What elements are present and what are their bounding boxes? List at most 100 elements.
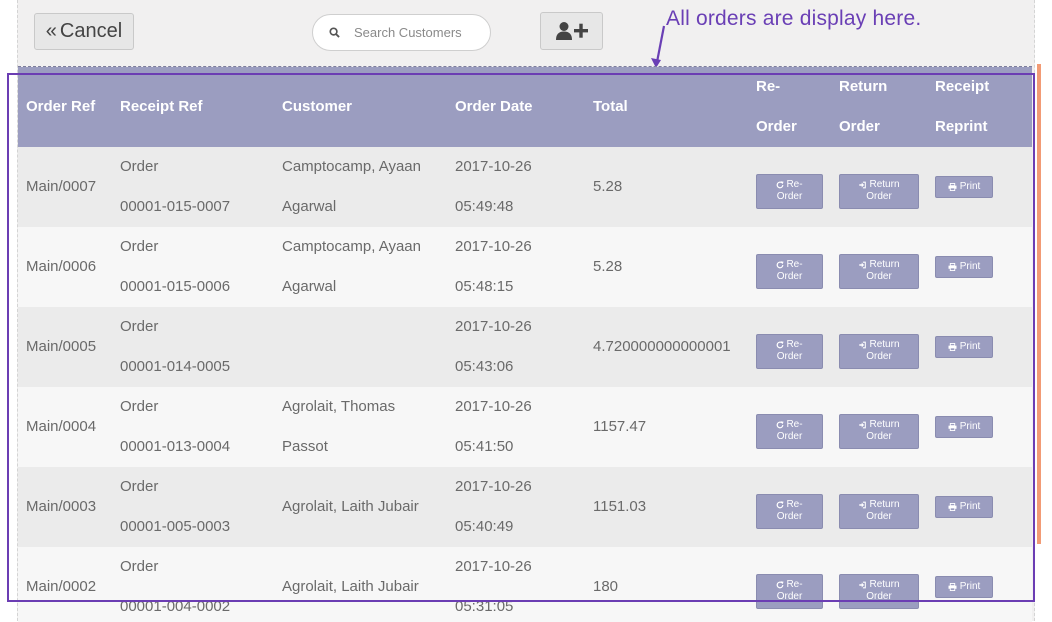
print-icon [948, 183, 957, 191]
total-cell: 5.28 [593, 258, 623, 275]
order-ref-cell: Main/0006 [26, 258, 97, 275]
order-date-cell: 2017-10-26 05:49:48 [455, 158, 532, 215]
header-order-date: Order Date [455, 98, 533, 115]
receipt-ref-cell: Order 00001-015-0006 [120, 238, 231, 295]
receipt-cell: Print [927, 387, 1032, 467]
table-header-row: Order Ref Receipt Ref Customer Order Dat… [18, 67, 1032, 147]
receipt-ref-cell: Order 00001-004-0002 [120, 558, 231, 615]
return-cell: Return Order [831, 467, 927, 547]
sign-in-icon [859, 421, 867, 429]
customer-cell: Agrolait, Laith Jubair [282, 498, 419, 515]
order-ref-cell: Main/0005 [26, 338, 97, 355]
print-icon [948, 263, 957, 271]
annotation-arrow [651, 25, 666, 68]
receipt-ref-cell: Order 00001-014-0005 [120, 318, 231, 375]
reorder-button[interactable]: Re- Order [756, 173, 823, 209]
sign-in-icon [859, 501, 867, 509]
return-cell: Return Order [831, 307, 927, 387]
table-row[interactable]: Main/0005 Order 00001-014-0005 2017-10-26… [18, 307, 1032, 387]
print-receipt-button[interactable]: Print [935, 496, 993, 518]
order-date-cell: 2017-10-26 05:41:50 [455, 398, 532, 455]
receipt-ref-cell: Order 00001-013-0004 [120, 398, 231, 455]
reorder-cell: Re- Order [748, 547, 831, 622]
order-ref-cell: Main/0003 [26, 498, 97, 515]
total-cell: 4.720000000000001 [593, 338, 731, 355]
header-customer: Customer [282, 98, 353, 115]
refresh-icon [777, 341, 785, 349]
receipt-cell: Print [927, 227, 1032, 307]
reorder-cell: Re- Order [748, 147, 831, 227]
add-customer-button[interactable] [540, 12, 603, 50]
annotation-text: All orders are display here. [666, 7, 922, 30]
return-order-button[interactable]: Return Order [839, 493, 919, 529]
table-row[interactable]: Main/0002 Order 00001-004-0002 Agrolait, … [18, 547, 1032, 622]
order-ref-cell: Main/0007 [26, 178, 97, 195]
reorder-cell: Re- Order [748, 227, 831, 307]
cancel-label: Cancel [59, 20, 123, 42]
table-row[interactable]: Main/0004 Order 00001-013-0004 Agrolait, … [18, 387, 1032, 467]
print-icon [948, 423, 957, 431]
print-receipt-button[interactable]: Print [935, 176, 993, 198]
order-date-cell: 2017-10-26 05:31:05 [455, 558, 532, 615]
return-cell: Return Order [831, 147, 927, 227]
sign-in-icon [859, 181, 867, 189]
return-order-button[interactable]: Return Order [839, 173, 919, 209]
print-receipt-button[interactable]: Print [935, 416, 993, 438]
sign-in-icon [859, 581, 867, 589]
reorder-button[interactable]: Re- Order [756, 253, 823, 289]
add-user-icon [555, 22, 588, 40]
print-icon [948, 583, 957, 591]
header-receipt-reprint: Receipt Reprint [935, 78, 990, 135]
search-customers-input[interactable] [352, 24, 476, 41]
cancel-button[interactable]: « Cancel [34, 13, 134, 50]
print-receipt-button[interactable]: Print [935, 256, 993, 278]
refresh-icon [777, 421, 785, 429]
scrollbar[interactable] [1037, 64, 1041, 544]
customer-cell: Agrolait, Laith Jubair [282, 578, 419, 595]
customer-cell: Agrolait, Thomas Passot [282, 398, 396, 455]
total-cell: 1157.47 [593, 418, 647, 435]
total-cell: 180 [593, 578, 619, 595]
order-ref-cell: Main/0004 [26, 418, 97, 435]
reorder-cell: Re- Order [748, 387, 831, 467]
table-row[interactable]: Main/0007 Order 00001-015-0007 Camptocamp… [18, 147, 1032, 227]
total-cell: 5.28 [593, 178, 623, 195]
orders-table: Order Ref Receipt Ref Customer Order Dat… [18, 67, 1032, 622]
return-cell: Return Order [831, 227, 927, 307]
receipt-ref-cell: Order 00001-015-0007 [120, 158, 231, 215]
reorder-button[interactable]: Re- Order [756, 573, 823, 609]
header-reorder: Re- Order [756, 78, 797, 135]
search-icon [329, 27, 340, 38]
table-row[interactable]: Main/0003 Order 00001-005-0003 Agrolait, … [18, 467, 1032, 547]
refresh-icon [777, 181, 785, 189]
order-ref-cell: Main/0002 [26, 578, 97, 595]
return-order-button[interactable]: Return Order [839, 573, 919, 609]
header-total: Total [593, 98, 628, 115]
receipt-cell: Print [927, 467, 1032, 547]
reorder-button[interactable]: Re- Order [756, 493, 823, 529]
reorder-button[interactable]: Re- Order [756, 333, 823, 369]
search-customers-box[interactable] [312, 14, 491, 51]
receipt-ref-cell: Order 00001-005-0003 [120, 478, 231, 535]
refresh-icon [777, 501, 785, 509]
return-order-button[interactable]: Return Order [839, 333, 919, 369]
order-date-cell: 2017-10-26 05:40:49 [455, 478, 532, 535]
header-return-order: Return Order [839, 78, 888, 135]
order-date-cell: 2017-10-26 05:43:06 [455, 318, 532, 375]
order-date-cell: 2017-10-26 05:48:15 [455, 238, 532, 295]
print-receipt-button[interactable]: Print [935, 576, 993, 598]
return-cell: Return Order [831, 387, 927, 467]
double-chevron-left-icon: « [45, 20, 57, 42]
header-receipt-ref: Receipt Ref [120, 98, 203, 115]
orders-table-container: Order Ref Receipt Ref Customer Order Dat… [18, 66, 1032, 622]
return-order-button[interactable]: Return Order [839, 253, 919, 289]
table-row[interactable]: Main/0006 Order 00001-015-0006 Camptocamp… [18, 227, 1032, 307]
reorder-cell: Re- Order [748, 467, 831, 547]
return-order-button[interactable]: Return Order [839, 413, 919, 449]
receipt-cell: Print [927, 147, 1032, 227]
print-receipt-button[interactable]: Print [935, 336, 993, 358]
customer-cell: Camptocamp, Ayaan Agarwal [282, 158, 421, 215]
reorder-cell: Re- Order [748, 307, 831, 387]
reorder-button[interactable]: Re- Order [756, 413, 823, 449]
return-cell: Return Order [831, 547, 927, 622]
